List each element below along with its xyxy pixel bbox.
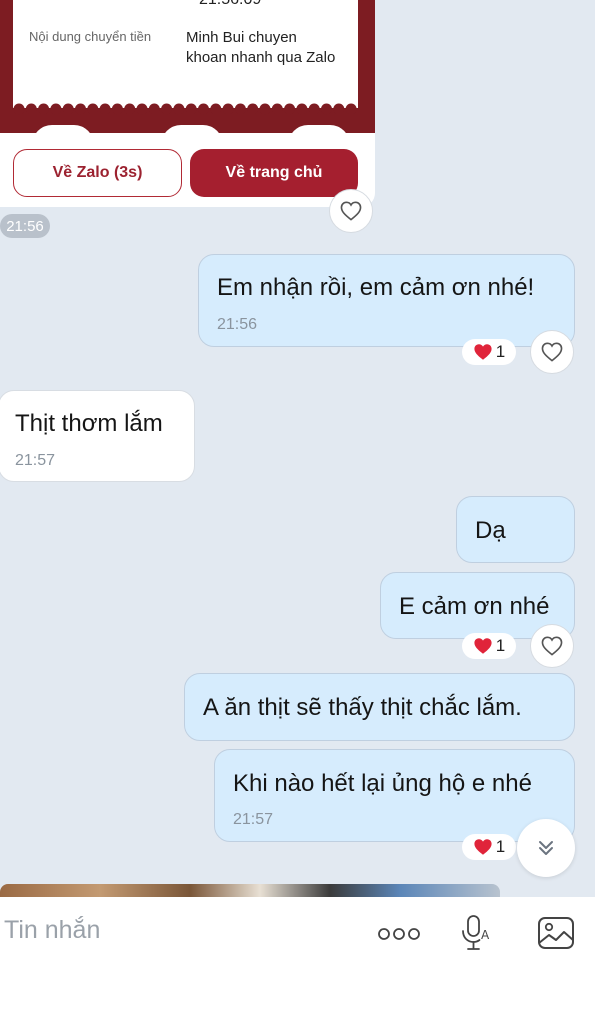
receipt-transfer-time: 21:56:09 [199, 0, 261, 9]
message-text: E cảm ơn nhé [399, 593, 550, 620]
reaction-count: 1 [495, 636, 506, 655]
sent-message-bubble[interactable]: Dạ [456, 496, 575, 563]
more-options-button[interactable] [376, 920, 422, 948]
message-text: A ăn thịt sẽ thấy thịt chắc lắm. [203, 694, 522, 721]
double-chevron-down-icon [539, 841, 553, 855]
receipt-notch [161, 125, 223, 145]
back-to-zalo-button[interactable]: Về Zalo (3s) [13, 149, 182, 197]
reaction-count: 1 [495, 342, 506, 361]
heart-outline-icon [340, 201, 362, 221]
reaction-badge[interactable]: 1 [462, 834, 516, 860]
message-text: Dạ [475, 517, 506, 544]
heart-outline-icon [541, 342, 563, 362]
heart-icon [474, 344, 492, 360]
back-to-home-button[interactable]: Về trang chủ [190, 149, 358, 197]
message-input[interactable]: Tin nhắn [4, 916, 100, 945]
message-time-pill: 21:56 [0, 214, 50, 238]
message-text: Thịt thơm lắm [15, 410, 163, 437]
scroll-to-bottom-button[interactable] [517, 819, 575, 877]
sent-message-bubble[interactable]: Em nhận rồi, em cảm ơn nhé! 21:56 [198, 254, 575, 347]
reaction-badge[interactable]: 1 [462, 633, 516, 659]
receipt-scallop-edge [13, 100, 358, 115]
image-icon [538, 917, 574, 949]
message-time: 21:56 [217, 316, 258, 333]
message-text: Khi nào hết lại ủng hộ e nhé [233, 770, 532, 797]
heart-icon [474, 839, 492, 855]
receipt-ticket: 21:56:09 Nội dung chuyển tiền Minh Bui c… [13, 0, 358, 108]
svg-text:A: A [481, 928, 490, 942]
receipt-content-label: Nội dung chuyển tiền [29, 29, 152, 44]
react-button[interactable] [530, 624, 574, 668]
received-message-bubble[interactable]: Thịt thơm lắm 21:57 [0, 390, 195, 482]
react-button[interactable] [329, 189, 373, 233]
receipt-notch [288, 125, 350, 145]
heart-outline-icon [541, 636, 563, 656]
reaction-count: 1 [495, 837, 506, 856]
receipt-content-value: Minh Bui chuyen khoan nhanh qua Zalo [186, 29, 336, 66]
receipt-notch [32, 125, 94, 145]
more-dots-icon [378, 928, 420, 940]
voice-to-text-button[interactable]: A [458, 913, 492, 953]
sent-message-bubble[interactable]: Khi nào hết lại ủng hộ e nhé 21:57 [214, 749, 575, 842]
sent-message-bubble[interactable]: A ăn thịt sẽ thấy thịt chắc lắm. [184, 673, 575, 741]
message-time: 21:57 [233, 811, 274, 828]
mic-text-icon: A [462, 915, 490, 950]
react-button[interactable] [530, 330, 574, 374]
heart-icon [474, 638, 492, 654]
image-message-preview[interactable] [0, 884, 500, 898]
payment-receipt-card: 21:56:09 Nội dung chuyển tiền Minh Bui c… [0, 0, 375, 207]
message-text: Em nhận rồi, em cảm ơn nhé! [217, 274, 535, 301]
reaction-badge[interactable]: 1 [462, 339, 516, 365]
message-composer: Tin nhắn A [0, 897, 595, 1024]
message-time: 21:57 [15, 452, 56, 469]
send-image-button[interactable] [536, 914, 576, 952]
